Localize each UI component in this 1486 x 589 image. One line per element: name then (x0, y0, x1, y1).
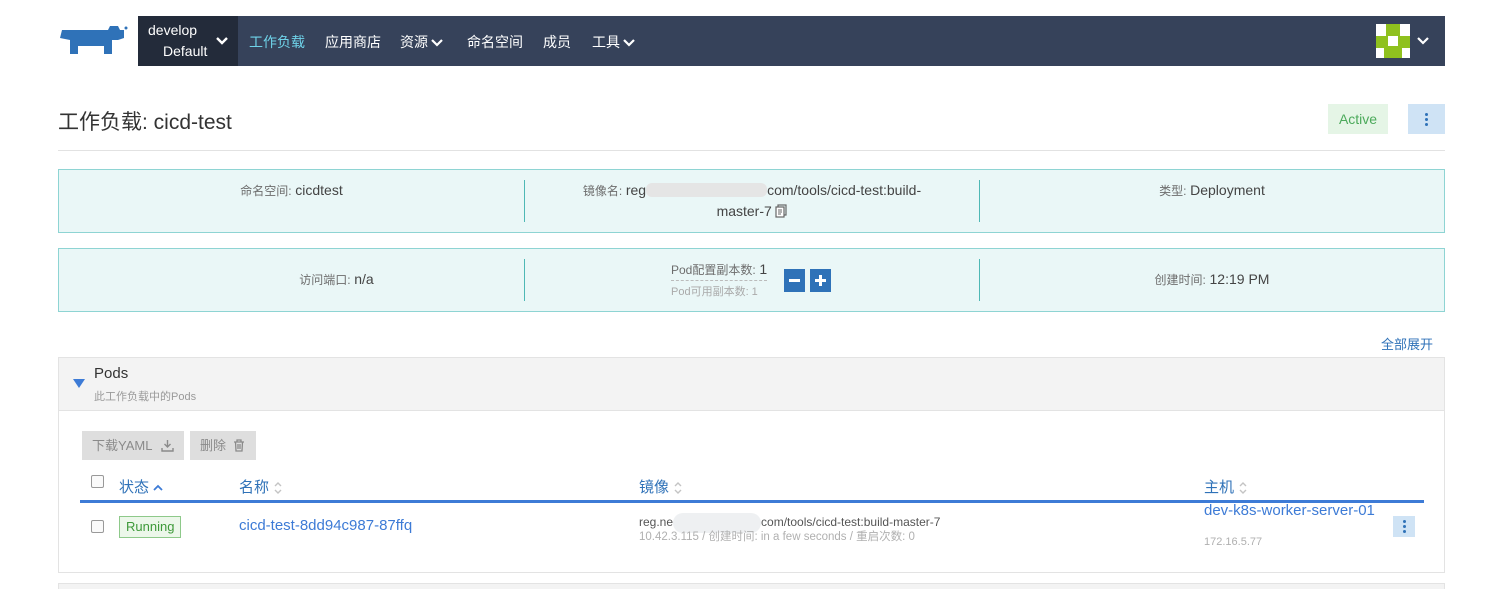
user-avatar[interactable] (1376, 24, 1410, 58)
download-yaml-button[interactable]: 下载YAML (82, 431, 184, 460)
download-icon (161, 440, 174, 452)
next-panel-edge (58, 583, 1445, 589)
select-all-checkbox[interactable] (91, 475, 104, 488)
rancher-logo-icon[interactable] (58, 24, 128, 58)
chevron-down-icon[interactable] (1416, 34, 1430, 48)
image-header-label: 镜像 (639, 479, 670, 496)
sort-icon (674, 482, 682, 495)
image-label: 镜像名: (582, 184, 623, 198)
type-label: 类型: (1159, 184, 1187, 198)
image-prefix: reg (625, 182, 647, 198)
nav-tools-label: 工具 (592, 34, 620, 50)
project-name: Default (163, 43, 208, 59)
nav-namespaces[interactable]: 命名空间 (467, 32, 523, 52)
pod-name-link[interactable]: cicd-test-8dd94c987-87ffq (239, 517, 412, 534)
type-value: Deployment (1190, 182, 1265, 198)
host-header-label: 主机 (1204, 479, 1235, 496)
sort-icon (1239, 482, 1247, 495)
image-tag: master-7 (716, 203, 772, 219)
delete-button[interactable]: 删除 (190, 431, 256, 460)
available-replicas: Pod可用副本数: 1 (671, 286, 758, 298)
name-header-label: 名称 (239, 479, 270, 496)
pods-title: Pods (94, 365, 129, 382)
chevron-down-icon (431, 39, 443, 47)
more-actions-button[interactable] (1408, 104, 1445, 134)
host-ip: 172.16.5.77 (1204, 536, 1263, 548)
copy-icon[interactable] (775, 204, 788, 218)
status-badge: Active (1328, 104, 1388, 134)
namespace-label: 命名空间: (240, 184, 292, 198)
nav-resources[interactable]: 资源 (400, 32, 443, 52)
image-suffix: com/tools/cicd-test:build- (767, 182, 922, 198)
kebab-icon (1402, 525, 1406, 528)
pods-subtitle: 此工作负载中的Pods (94, 391, 197, 403)
sort-asc-icon (153, 484, 163, 491)
nav-resources-label: 资源 (400, 34, 428, 50)
nav-tools[interactable]: 工具 (592, 32, 635, 52)
redacted-region (646, 183, 768, 197)
column-header-image[interactable]: 镜像 (639, 476, 683, 497)
trash-icon (234, 439, 244, 452)
column-header-name[interactable]: 名称 (239, 476, 283, 497)
nav-workloads[interactable]: 工作负载 (249, 32, 305, 52)
namespace-value: cicdtest (295, 182, 343, 198)
chevron-down-icon (623, 39, 635, 47)
kebab-icon (1425, 117, 1428, 121)
created-value: 12:19 PM (1209, 271, 1270, 287)
created-info: 创建时间: 12:19 PM (980, 249, 1444, 311)
pods-panel-header[interactable]: Pods 此工作负载中的Pods (59, 358, 1444, 411)
created-label: 创建时间: (1154, 273, 1206, 287)
decrease-replicas-button[interactable] (784, 269, 805, 292)
nav-members[interactable]: 成员 (543, 32, 571, 52)
row-checkbox[interactable] (91, 520, 104, 533)
workload-info-box-2: 访问端口: n/a Pod配置副本数: 1 Pod可用副本数: 1 创建时间: … (58, 248, 1445, 312)
port-label: 访问端口: (299, 273, 351, 287)
workload-info-box: 命名空间: cicdtest 镜像名: reg com/tools/cicd-te… (58, 169, 1445, 233)
page-title: 工作负载: cicd-test (58, 111, 232, 134)
pod-status-badge: Running (119, 516, 182, 538)
image-info: 镜像名: reg com/tools/cicd-test:build- maste… (525, 170, 979, 232)
download-yaml-label: 下载YAML (92, 438, 153, 453)
cluster-name: develop (148, 22, 198, 38)
nav-catalog-apps[interactable]: 应用商店 (325, 32, 381, 52)
top-navigation-bar: develop Default 工作负载 应用商店 资源 命名空间 成员 工具 (138, 16, 1445, 66)
row-actions-button[interactable] (1393, 516, 1415, 537)
port-value: n/a (354, 271, 374, 287)
column-header-status[interactable]: 状态 (119, 476, 163, 497)
sort-icon (274, 482, 282, 495)
delete-label: 删除 (200, 438, 227, 453)
expand-all-link[interactable]: 全部展开 (1381, 334, 1433, 353)
collapse-triangle-icon[interactable] (73, 379, 85, 388)
port-info: 访问端口: n/a (59, 249, 614, 311)
divider (524, 259, 525, 301)
replicas-label: Pod配置副本数: (671, 263, 756, 277)
pod-ip-created-restarts: 10.42.3.115 / 创建时间: in a few seconds / 重… (639, 531, 915, 543)
chevron-down-icon (216, 37, 228, 45)
cluster-project-switcher[interactable]: develop Default (138, 16, 238, 66)
divider (58, 150, 1445, 151)
replicas-value: 1 (759, 261, 768, 277)
host-link[interactable]: dev-k8s-worker-server-01 (1204, 503, 1384, 518)
increase-replicas-button[interactable] (810, 269, 831, 292)
minus-icon (789, 279, 800, 282)
replica-info: Pod配置副本数: 1 Pod可用副本数: 1 (671, 261, 768, 299)
column-header-host[interactable]: 主机 (1204, 476, 1248, 497)
type-info: 类型: Deployment (980, 170, 1444, 232)
status-header-label: 状态 (119, 479, 150, 496)
namespace-info: 命名空间: cicdtest (59, 170, 524, 232)
